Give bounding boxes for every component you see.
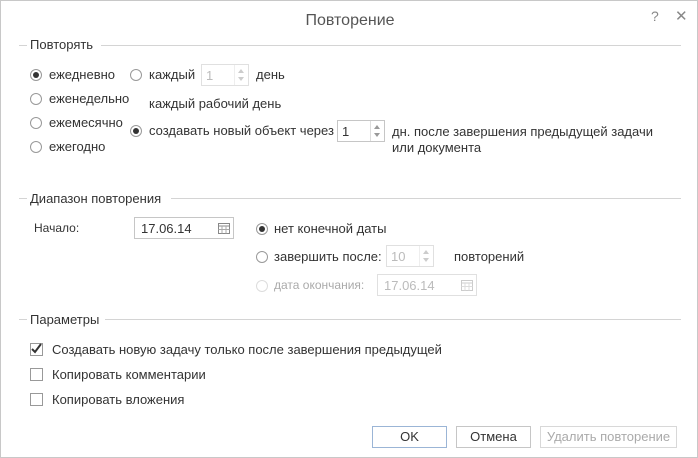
- radio-yearly[interactable]: [30, 141, 42, 153]
- create-after-value: 1: [342, 124, 350, 139]
- label-create-after-suffix-1: дн. после завершения предыдущей задачи: [392, 124, 653, 139]
- label-create-after-complete: Создавать новую задачу только после заве…: [52, 342, 442, 357]
- radio-end-date[interactable]: [256, 280, 268, 292]
- calendar-icon[interactable]: [218, 222, 230, 234]
- label-yearly: ежегодно: [49, 139, 106, 154]
- every-n-days-stepper[interactable]: 1: [201, 64, 249, 86]
- end-after-stepper[interactable]: 10: [386, 245, 434, 267]
- chevron-up-icon[interactable]: [374, 125, 380, 129]
- start-date-value: 17.06.14: [141, 221, 192, 236]
- end-date-field[interactable]: 17.06.14: [377, 274, 477, 296]
- delete-recurrence-button[interactable]: Удалить повторение: [540, 426, 677, 448]
- stepper-buttons[interactable]: [234, 65, 248, 85]
- label-end-date: дата окончания:: [274, 278, 365, 292]
- radio-monthly[interactable]: [30, 117, 42, 129]
- section-divider: [19, 45, 27, 46]
- close-icon[interactable]: ✕: [675, 7, 688, 25]
- radio-end-after[interactable]: [256, 251, 268, 263]
- section-divider: [19, 319, 27, 320]
- end-after-value: 10: [391, 249, 406, 264]
- section-divider: [101, 45, 681, 46]
- label-every-unit: день: [256, 67, 285, 82]
- label-no-end-date: нет конечной даты: [274, 221, 387, 236]
- label-end-after-unit: повторений: [454, 249, 525, 264]
- label-create-after-suffix-2: или документа: [392, 140, 482, 155]
- checkbox-copy-attachments[interactable]: [30, 393, 43, 406]
- chevron-up-icon[interactable]: [423, 250, 429, 254]
- label-weekly: еженедельно: [49, 91, 130, 106]
- radio-every-n-days[interactable]: [130, 69, 142, 81]
- checkmark-icon: [31, 343, 42, 354]
- radio-no-end-date[interactable]: [256, 223, 268, 235]
- label-copy-attachments: Копировать вложения: [52, 392, 185, 407]
- chevron-up-icon[interactable]: [238, 69, 244, 73]
- calendar-icon[interactable]: [461, 279, 473, 291]
- stepper-buttons[interactable]: [370, 121, 384, 141]
- radio-weekly[interactable]: [30, 93, 42, 105]
- label-copy-comments: Копировать комментарии: [52, 367, 206, 382]
- radio-daily[interactable]: [30, 69, 42, 81]
- section-params-header: Параметры: [30, 312, 100, 327]
- section-divider: [105, 319, 681, 320]
- section-divider: [171, 198, 681, 199]
- cancel-button[interactable]: Отмена: [456, 426, 531, 448]
- recurrence-dialog: Повторение ? ✕ Повторять ежедневно ежене…: [0, 0, 698, 458]
- label-end-after: завершить после:: [274, 249, 382, 264]
- checkbox-copy-comments[interactable]: [30, 368, 43, 381]
- section-range-header: Диапазон повторения: [30, 191, 162, 206]
- checkbox-create-after-complete[interactable]: [30, 343, 43, 356]
- stepper-buttons[interactable]: [419, 246, 433, 266]
- label-monthly: ежемесячно: [49, 115, 123, 130]
- help-button[interactable]: ?: [651, 8, 659, 24]
- create-after-stepper[interactable]: 1: [337, 120, 385, 142]
- section-divider: [19, 198, 27, 199]
- label-every: каждый: [149, 67, 196, 82]
- label-every-workday[interactable]: каждый рабочий день: [149, 96, 281, 111]
- chevron-down-icon[interactable]: [238, 77, 244, 81]
- label-create-after: создавать новый объект через: [149, 123, 334, 138]
- chevron-down-icon[interactable]: [374, 133, 380, 137]
- section-repeat-header: Повторять: [30, 37, 94, 52]
- label-daily: ежедневно: [49, 67, 116, 82]
- end-date-value: 17.06.14: [384, 278, 435, 293]
- every-n-days-value: 1: [206, 68, 214, 83]
- dialog-title: Повторение: [305, 12, 395, 29]
- start-date-field[interactable]: 17.06.14: [134, 217, 234, 239]
- ok-button[interactable]: OK: [372, 426, 447, 448]
- chevron-down-icon[interactable]: [423, 258, 429, 262]
- label-start: Начало:: [34, 221, 80, 235]
- radio-create-after[interactable]: [130, 125, 142, 137]
